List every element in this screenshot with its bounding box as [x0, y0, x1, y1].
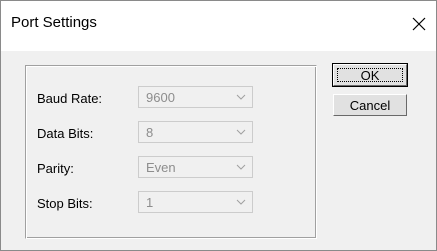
stop-bits-select[interactable]: 1 — [138, 191, 253, 213]
parity-label: Parity: — [37, 161, 74, 176]
dialog-title: Port Settings — [11, 14, 97, 31]
close-icon — [412, 17, 426, 31]
stop-bits-label: Stop Bits: — [37, 196, 93, 211]
title-bar: Port Settings — [1, 1, 436, 51]
focus-rectangle — [337, 68, 403, 82]
chevron-down-icon — [236, 199, 246, 205]
baud-rate-label: Baud Rate: — [37, 91, 103, 106]
chevron-down-icon — [236, 129, 246, 135]
parity-select[interactable]: Even — [138, 156, 253, 178]
port-settings-dialog: Port Settings Baud Rate: 9600 Data Bits:… — [0, 0, 437, 251]
baud-rate-select[interactable]: 9600 — [138, 86, 253, 108]
baud-rate-value: 9600 — [146, 90, 175, 105]
data-bits-label: Data Bits: — [37, 126, 94, 141]
cancel-button-label: Cancel — [349, 97, 391, 113]
chevron-down-icon — [236, 164, 246, 170]
data-bits-value: 8 — [146, 125, 154, 140]
close-button[interactable] — [404, 9, 434, 39]
data-bits-select[interactable]: 8 — [138, 121, 253, 143]
parity-value: Even — [146, 160, 176, 175]
cancel-button[interactable]: Cancel — [333, 94, 407, 116]
ok-button[interactable]: OK — [332, 63, 408, 87]
chevron-down-icon — [236, 94, 246, 100]
stop-bits-value: 1 — [146, 195, 154, 210]
